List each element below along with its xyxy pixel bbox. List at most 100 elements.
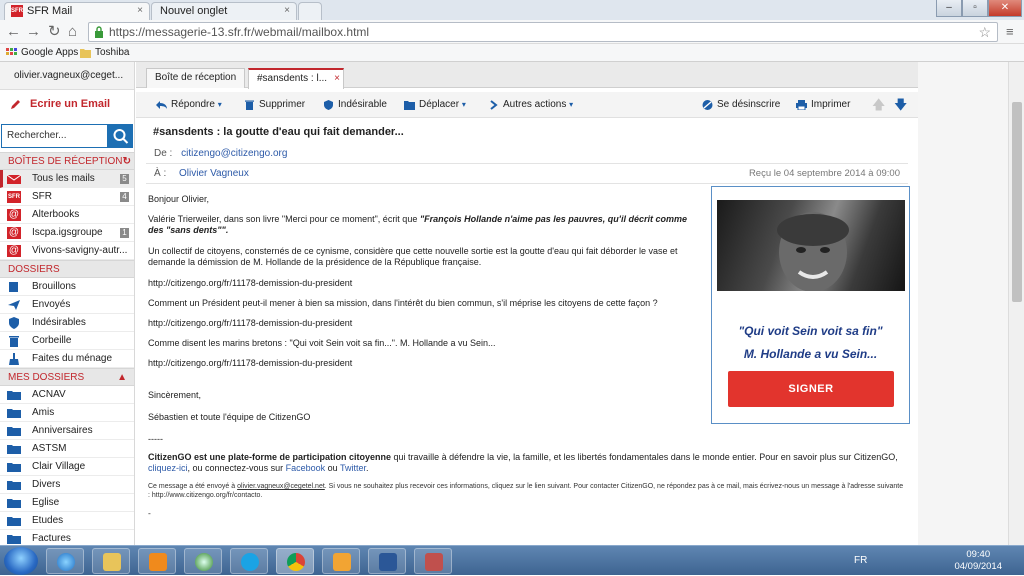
home-icon[interactable]: ⌂ xyxy=(68,23,77,41)
search-button[interactable] xyxy=(108,124,133,148)
spam-button[interactable]: Indésirable xyxy=(323,92,387,118)
taskbar-outlook[interactable] xyxy=(322,548,360,574)
taskbar-skype[interactable] xyxy=(230,548,268,574)
sidebar-item-menage[interactable]: Faites du ménage xyxy=(0,350,134,368)
close-icon[interactable]: × xyxy=(284,3,290,19)
clock[interactable]: 09:40 04/09/2014 xyxy=(954,549,1002,573)
chevron-down-icon[interactable]: ▾ xyxy=(462,100,466,109)
chevron-up-icon[interactable]: ▲ xyxy=(117,369,127,387)
bookmark-star-icon[interactable]: ☆ xyxy=(978,23,991,41)
recipient-name[interactable]: Olivier Vagneux xyxy=(179,168,249,179)
mail-tabs: Boîte de réception #sansdents : l... × xyxy=(136,62,918,89)
tab-inbox[interactable]: Boîte de réception xyxy=(146,68,246,88)
petition-link[interactable]: http://citizengo.org/fr/11178-demission-… xyxy=(148,358,704,369)
back-arrow-icon[interactable]: ← xyxy=(6,23,21,41)
folders-section-header[interactable]: DOSSIERS xyxy=(0,260,134,278)
print-button[interactable]: Imprimer xyxy=(796,92,850,118)
sidebar-item-corbeille[interactable]: Corbeille xyxy=(0,332,134,350)
windows-taskbar: FR 09:40 04/09/2014 xyxy=(0,545,1024,575)
sidebar-item-iscpa[interactable]: @ Iscpa.igsgroupe 1 xyxy=(0,224,134,242)
reload-icon[interactable]: ↻ xyxy=(48,23,61,41)
taskbar-media-player[interactable] xyxy=(138,548,176,574)
lock-icon xyxy=(95,26,103,38)
close-window-button[interactable]: ✕ xyxy=(988,0,1022,17)
search-input[interactable]: Rechercher... xyxy=(1,124,108,148)
inbox-section-header[interactable]: BOÎTES DE RÉCEPTION ↻ xyxy=(0,152,134,171)
folder-icon xyxy=(7,409,21,418)
message-subject: #sansdents : la goutte d'eau qui fait de… xyxy=(153,126,404,138)
unread-count-badge: 5 xyxy=(120,174,129,184)
compose-button[interactable]: Ecrire un Email xyxy=(0,90,134,118)
trash-icon xyxy=(9,336,19,347)
taskbar-chrome[interactable] xyxy=(276,548,314,574)
petition-link[interactable]: http://citizengo.org/fr/11178-demission-… xyxy=(148,278,704,289)
sidebar-item-brouillons[interactable]: Brouillons xyxy=(0,278,134,296)
previous-message-arrow-icon[interactable]: 🡅 xyxy=(872,92,885,118)
sidebar-folder-acnav[interactable]: ACNAV xyxy=(0,386,134,404)
outlook-icon xyxy=(333,553,351,571)
sidebar-folder-anniversaires[interactable]: Anniversaires xyxy=(0,422,134,440)
broom-icon xyxy=(9,353,19,365)
sidebar-folder-divers[interactable]: Divers xyxy=(0,476,134,494)
chevron-right-icon xyxy=(490,100,498,110)
menu-icon[interactable]: ≡ xyxy=(1006,23,1014,41)
sidebar-item-all-mail[interactable]: Tous les mails 5 xyxy=(0,170,134,188)
forward-arrow-icon[interactable]: → xyxy=(26,23,41,41)
bookmark-toshiba[interactable]: Toshiba xyxy=(80,45,129,61)
link-facebook[interactable]: Facebook xyxy=(286,463,326,473)
old-man-photo xyxy=(717,200,905,292)
trash-icon xyxy=(245,100,254,110)
bookmark-google-apps[interactable]: Google Apps xyxy=(6,45,78,61)
link-twitter[interactable]: Twitter xyxy=(340,463,366,473)
language-indicator[interactable]: FR xyxy=(854,555,867,566)
close-icon[interactable]: × xyxy=(137,3,143,19)
taskbar-app[interactable] xyxy=(184,548,222,574)
new-tab-button[interactable] xyxy=(298,2,322,20)
browser-tab-new-tab[interactable]: Nouvel onglet × xyxy=(151,2,297,20)
chevron-down-icon[interactable]: ▾ xyxy=(218,100,222,109)
sidebar-item-sfr[interactable]: SFR SFR 4 xyxy=(0,188,134,206)
sidebar-folder-factures[interactable]: Factures xyxy=(0,530,134,545)
taskbar-app-2[interactable] xyxy=(414,548,452,574)
page-scrollbar[interactable] xyxy=(1008,62,1024,545)
sidebar-folder-etudes[interactable]: Etudes xyxy=(0,512,134,530)
tab-message[interactable]: #sansdents : l... × xyxy=(248,68,344,89)
sidebar-folder-amis[interactable]: Amis xyxy=(0,404,134,422)
folder-icon xyxy=(103,553,121,571)
minimize-button[interactable]: – xyxy=(936,0,962,17)
sent-icon xyxy=(8,300,20,310)
next-message-arrow-icon[interactable]: 🡇 xyxy=(894,92,907,118)
sidebar-folder-astsm[interactable]: ASTSM xyxy=(0,440,134,458)
sidebar-item-alterbooks[interactable]: @ Alterbooks xyxy=(0,206,134,224)
address-bar[interactable]: https://messagerie-13.sfr.fr/webmail/mai… xyxy=(88,22,998,42)
scrollbar-thumb[interactable] xyxy=(1012,102,1022,302)
maximize-button[interactable]: ▫ xyxy=(962,0,988,17)
more-actions-button[interactable]: Autres actions ▾ xyxy=(488,92,573,118)
unsubscribe-button[interactable]: Se désinscrire xyxy=(702,92,780,118)
taskbar-explorer[interactable] xyxy=(92,548,130,574)
sidebar-item-indesirables[interactable]: Indésirables xyxy=(0,314,134,332)
recipient-email-link[interactable]: olivier.vagneux@cegetel.net xyxy=(237,483,325,490)
close-icon[interactable]: × xyxy=(334,70,340,88)
move-button[interactable]: Déplacer ▾ xyxy=(404,92,466,118)
mail-sidebar: olivier.vagneux@ceget... Ecrire un Email… xyxy=(0,62,135,545)
sidebar-item-envoyes[interactable]: Envoyés xyxy=(0,296,134,314)
taskbar-word[interactable] xyxy=(368,548,406,574)
sidebar-folder-clair-village[interactable]: Clair Village xyxy=(0,458,134,476)
taskbar-ie[interactable] xyxy=(46,548,84,574)
my-folders-section-header[interactable]: MES DOSSIERS ▲ xyxy=(0,368,134,387)
delete-button[interactable]: Supprimer xyxy=(244,92,305,118)
reply-button[interactable]: Répondre ▾ xyxy=(156,92,222,118)
sender-address[interactable]: citizengo@citizengo.org xyxy=(181,148,287,159)
petition-link[interactable]: http://citizengo.org/fr/11178-demission-… xyxy=(148,318,704,329)
sign-petition-button[interactable]: SIGNER xyxy=(728,371,894,407)
link-cliquez-ici[interactable]: cliquez-ici xyxy=(148,463,188,473)
refresh-icon[interactable]: ↻ xyxy=(123,153,131,171)
start-button[interactable] xyxy=(4,547,38,575)
sidebar-item-vivons-savigny[interactable]: @ Vivons-savigny-autr... xyxy=(0,242,134,260)
sfr-favicon-icon: SFR xyxy=(11,5,23,17)
sidebar-folder-eglise[interactable]: Eglise xyxy=(0,494,134,512)
browser-tab-sfr-mail[interactable]: SFR SFR Mail × xyxy=(4,2,150,20)
chevron-down-icon[interactable]: ▾ xyxy=(569,100,573,109)
account-name[interactable]: olivier.vagneux@ceget... xyxy=(0,62,134,90)
